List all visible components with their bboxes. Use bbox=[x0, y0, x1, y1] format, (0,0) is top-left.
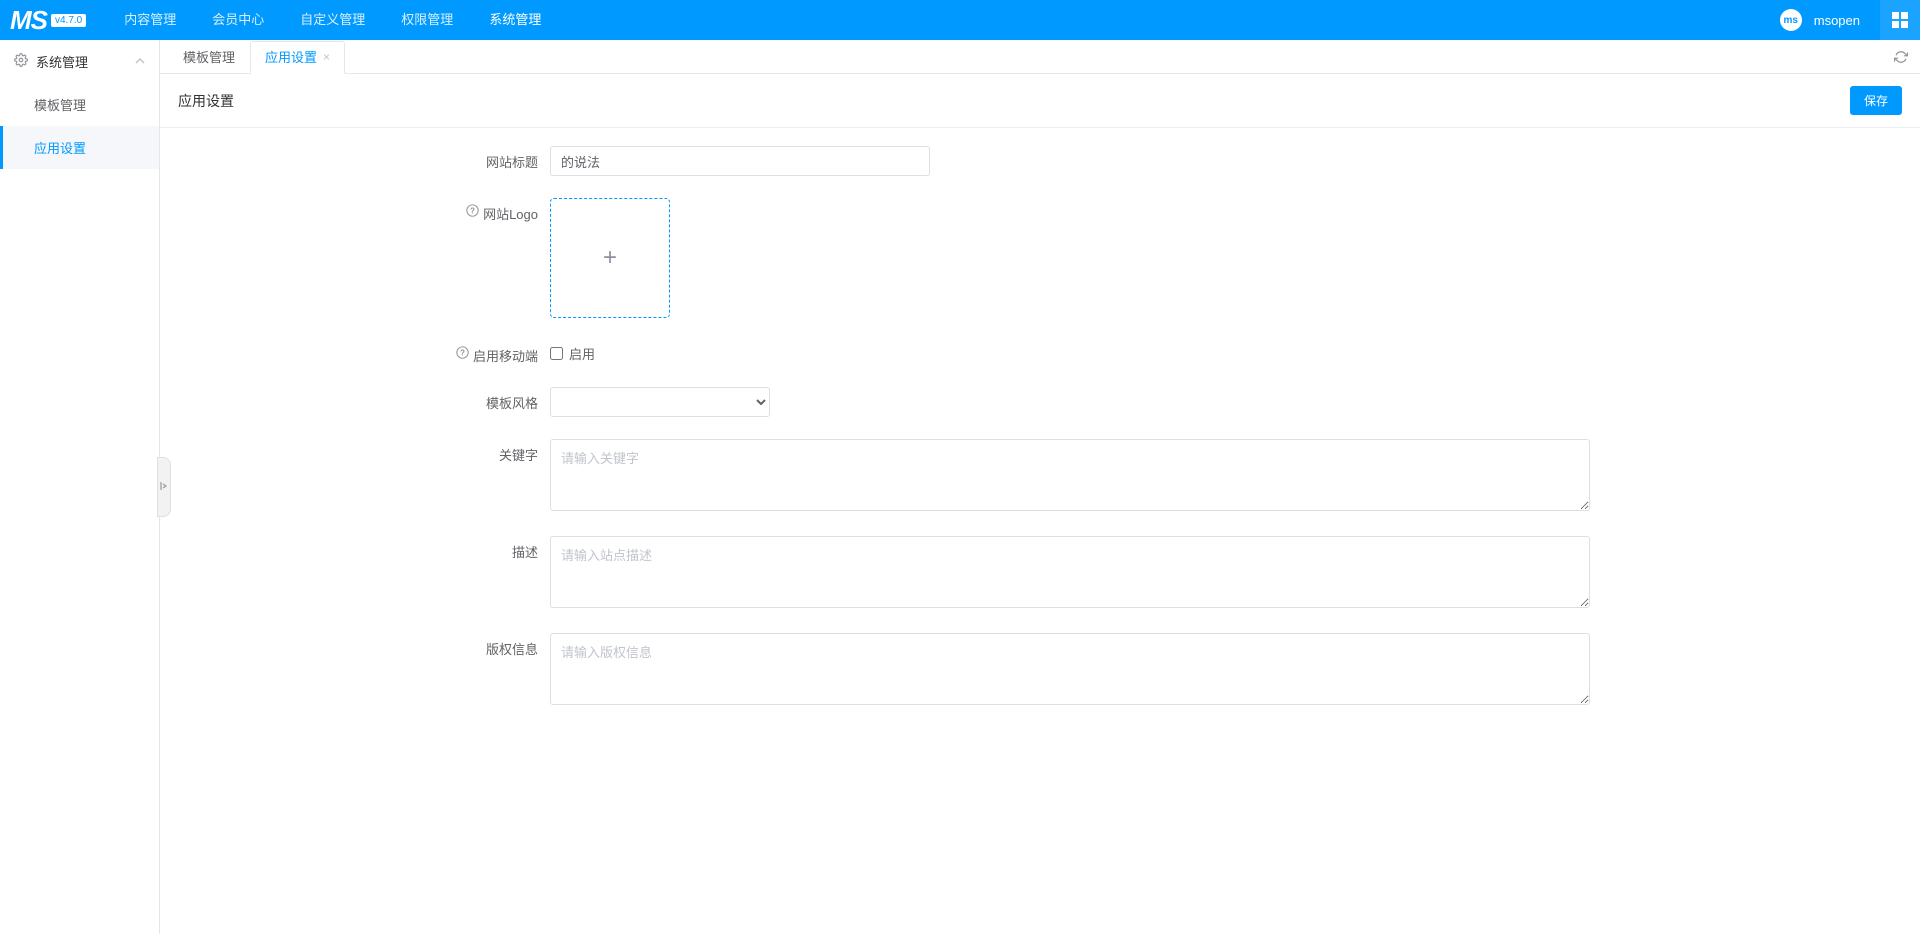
tabs-bar: 模板管理 应用设置 × bbox=[160, 40, 1920, 74]
sidebar-group-label: 系统管理 bbox=[36, 52, 88, 71]
help-icon[interactable]: ? bbox=[456, 346, 469, 362]
keywords-textarea[interactable] bbox=[550, 439, 1590, 511]
svg-text:?: ? bbox=[460, 348, 465, 357]
label-copyright: 版权信息 bbox=[160, 633, 550, 708]
copyright-textarea[interactable] bbox=[550, 633, 1590, 705]
row-description: 描述 bbox=[160, 536, 1902, 611]
top-nav: 内容管理 会员中心 自定义管理 权限管理 系统管理 bbox=[106, 0, 1780, 40]
main: 模板管理 应用设置 × 应用设置 保存 网站标题 bbox=[160, 40, 1920, 934]
version-badge: v4.7.0 bbox=[51, 14, 86, 27]
label-website-title: 网站标题 bbox=[160, 146, 550, 176]
row-enable-mobile: ? 启用移动端 启用 bbox=[160, 340, 1902, 365]
sidebar-item-template[interactable]: 模板管理 bbox=[0, 83, 159, 126]
description-textarea[interactable] bbox=[550, 536, 1590, 608]
nav-permission[interactable]: 权限管理 bbox=[383, 0, 471, 40]
checkbox-label: 启用 bbox=[569, 344, 595, 363]
label-website-logo: ? 网站Logo bbox=[160, 198, 550, 318]
tab-label: 模板管理 bbox=[183, 41, 235, 74]
header-right: ms msopen bbox=[1780, 0, 1920, 40]
refresh-icon bbox=[1894, 50, 1908, 64]
sidebar-group: 系统管理 模板管理 应用设置 bbox=[0, 40, 159, 169]
sidebar-item-app-settings[interactable]: 应用设置 bbox=[0, 126, 159, 169]
app-grid-button[interactable] bbox=[1880, 0, 1920, 40]
nav-system[interactable]: 系统管理 bbox=[471, 0, 559, 40]
sidebar: 系统管理 模板管理 应用设置 bbox=[0, 40, 160, 934]
chevron-up-icon bbox=[135, 54, 145, 69]
page-header: 应用设置 保存 bbox=[160, 74, 1920, 128]
avatar[interactable]: ms bbox=[1780, 9, 1802, 31]
row-keywords: 关键字 bbox=[160, 439, 1902, 514]
logo-upload[interactable]: + bbox=[550, 198, 670, 318]
row-website-title: 网站标题 bbox=[160, 146, 1902, 176]
header: MS v4.7.0 内容管理 会员中心 自定义管理 权限管理 系统管理 ms m… bbox=[0, 0, 1920, 40]
tabs-refresh-button[interactable] bbox=[1890, 46, 1912, 68]
grid-icon bbox=[1891, 11, 1909, 29]
close-icon[interactable]: × bbox=[323, 41, 330, 74]
logo: MS v4.7.0 bbox=[10, 5, 86, 36]
svg-text:?: ? bbox=[470, 206, 475, 215]
row-website-logo: ? 网站Logo + bbox=[160, 198, 1902, 318]
tab-app-settings[interactable]: 应用设置 × bbox=[250, 41, 345, 74]
enable-mobile-checkbox[interactable] bbox=[550, 347, 563, 360]
save-button[interactable]: 保存 bbox=[1850, 86, 1902, 115]
form: 网站标题 ? 网站Logo + bbox=[160, 128, 1920, 934]
tab-label: 应用设置 bbox=[265, 41, 317, 74]
plus-icon: + bbox=[603, 244, 617, 272]
template-style-select[interactable] bbox=[550, 387, 770, 417]
label-description: 描述 bbox=[160, 536, 550, 611]
label-template-style: 模板风格 bbox=[160, 387, 550, 417]
gear-icon bbox=[14, 53, 28, 70]
page-title: 应用设置 bbox=[178, 91, 234, 111]
label-keywords: 关键字 bbox=[160, 439, 550, 514]
logo-text: MS bbox=[10, 5, 47, 36]
nav-custom[interactable]: 自定义管理 bbox=[282, 0, 383, 40]
label-enable-mobile: ? 启用移动端 bbox=[160, 340, 550, 365]
enable-mobile-checkbox-wrap[interactable]: 启用 bbox=[550, 340, 1600, 363]
row-template-style: 模板风格 bbox=[160, 387, 1902, 417]
tab-template[interactable]: 模板管理 bbox=[168, 40, 250, 73]
nav-content[interactable]: 内容管理 bbox=[106, 0, 194, 40]
help-icon[interactable]: ? bbox=[466, 204, 479, 220]
body: 系统管理 模板管理 应用设置 模板管理 应用设置 × bbox=[0, 40, 1920, 934]
sidebar-collapse-button[interactable] bbox=[157, 457, 171, 517]
nav-member[interactable]: 会员中心 bbox=[194, 0, 282, 40]
username[interactable]: msopen bbox=[1814, 13, 1860, 28]
collapse-icon bbox=[159, 481, 169, 494]
row-copyright: 版权信息 bbox=[160, 633, 1902, 708]
sidebar-group-system[interactable]: 系统管理 bbox=[0, 40, 159, 83]
website-title-input[interactable] bbox=[550, 146, 930, 176]
